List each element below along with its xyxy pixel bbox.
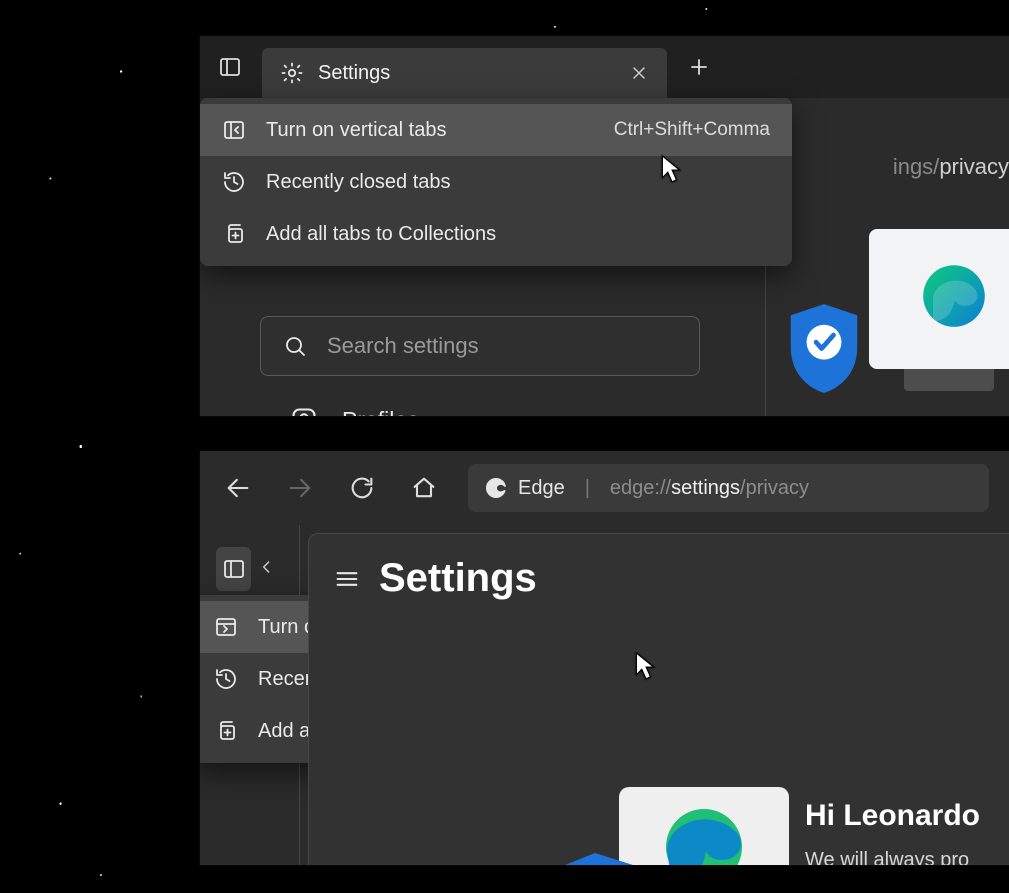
collections-add-icon	[214, 719, 238, 743]
arrow-left-icon	[224, 474, 252, 502]
hamburger-icon[interactable]	[333, 565, 361, 593]
active-tab[interactable]: Settings	[262, 48, 667, 98]
site-brand-label: Edge	[518, 477, 565, 500]
mouse-cursor-icon	[660, 154, 682, 184]
menu-item-add-to-collections[interactable]: Add all tabs to Collections	[200, 208, 792, 260]
gear-icon	[280, 61, 304, 85]
panel-icon	[222, 557, 246, 581]
menu-item-recently-closed[interactable]: Recently closed tabs	[200, 156, 792, 208]
divider: |	[585, 477, 590, 500]
tab-close-button[interactable]	[625, 59, 653, 87]
panel-arrow-icon	[214, 615, 238, 639]
back-button[interactable]	[220, 470, 256, 506]
mouse-cursor-icon	[634, 651, 656, 681]
address-bar-fragment: ings/privacy	[893, 154, 1009, 180]
vertical-tabs-sidebar: Turn off vertical tabs Ctrl+Shift+Comma …	[200, 525, 300, 865]
greeting-line: We will always pro	[805, 845, 1009, 865]
panel-icon	[218, 55, 242, 79]
edge-swirl-icon	[484, 476, 508, 500]
navigation-toolbar: Edge | edge://settings/privacy	[200, 451, 1009, 525]
collapse-sidebar-button[interactable]	[251, 551, 283, 588]
tab-actions-button[interactable]	[208, 45, 252, 89]
browser-window-top: Settings ings/privacy	[200, 36, 1009, 416]
refresh-icon	[348, 474, 376, 502]
history-icon	[222, 170, 246, 194]
menu-item-label: Recently closed tabs	[266, 171, 451, 194]
profile-icon	[290, 406, 318, 416]
chevron-left-icon	[257, 557, 277, 577]
refresh-button[interactable]	[344, 470, 380, 506]
privacy-hero-illustration	[559, 769, 819, 865]
collections-add-icon	[222, 222, 246, 246]
menu-item-label: Add all tabs to Collections	[266, 223, 496, 246]
tab-strip: Settings	[200, 36, 1009, 98]
close-icon	[629, 63, 649, 83]
arrow-right-icon	[286, 474, 314, 502]
greeting-block: Hi Leonardo We will always pro and contr…	[805, 799, 1009, 865]
url-text: edge://settings/privacy	[610, 477, 809, 500]
sidebar-item-label: Profiles	[342, 407, 419, 417]
home-icon	[410, 474, 438, 502]
plus-icon	[687, 55, 711, 79]
search-settings-input[interactable]	[327, 333, 677, 359]
menu-item-label: Turn on vertical tabs	[266, 119, 446, 142]
menu-item-turn-on-vertical-tabs[interactable]: Turn on vertical tabs Ctrl+Shift+Comma	[200, 104, 792, 156]
panel-arrow-icon	[222, 118, 246, 142]
tab-actions-button[interactable]	[216, 547, 251, 591]
new-tab-button[interactable]	[677, 45, 721, 89]
settings-sidebar-area: Profiles	[260, 316, 1009, 416]
forward-button[interactable]	[282, 470, 318, 506]
browser-window-bottom: Edge | edge://settings/privacy	[200, 451, 1009, 865]
page-title: Settings	[379, 556, 537, 601]
home-button[interactable]	[406, 470, 442, 506]
tab-actions-menu: Turn on vertical tabs Ctrl+Shift+Comma R…	[200, 98, 792, 266]
search-settings-box[interactable]	[260, 316, 700, 376]
sidebar-item-profiles[interactable]: Profiles	[260, 406, 1009, 416]
greeting-heading: Hi Leonardo	[805, 799, 1009, 833]
menu-item-shortcut: Ctrl+Shift+Comma	[614, 119, 770, 141]
history-icon	[214, 667, 238, 691]
search-icon	[283, 334, 307, 358]
site-identity-chip[interactable]: Edge	[484, 476, 565, 500]
address-bar[interactable]: Edge | edge://settings/privacy	[468, 464, 989, 512]
tab-title: Settings	[318, 62, 611, 85]
settings-page-content: Settings	[308, 533, 1009, 865]
